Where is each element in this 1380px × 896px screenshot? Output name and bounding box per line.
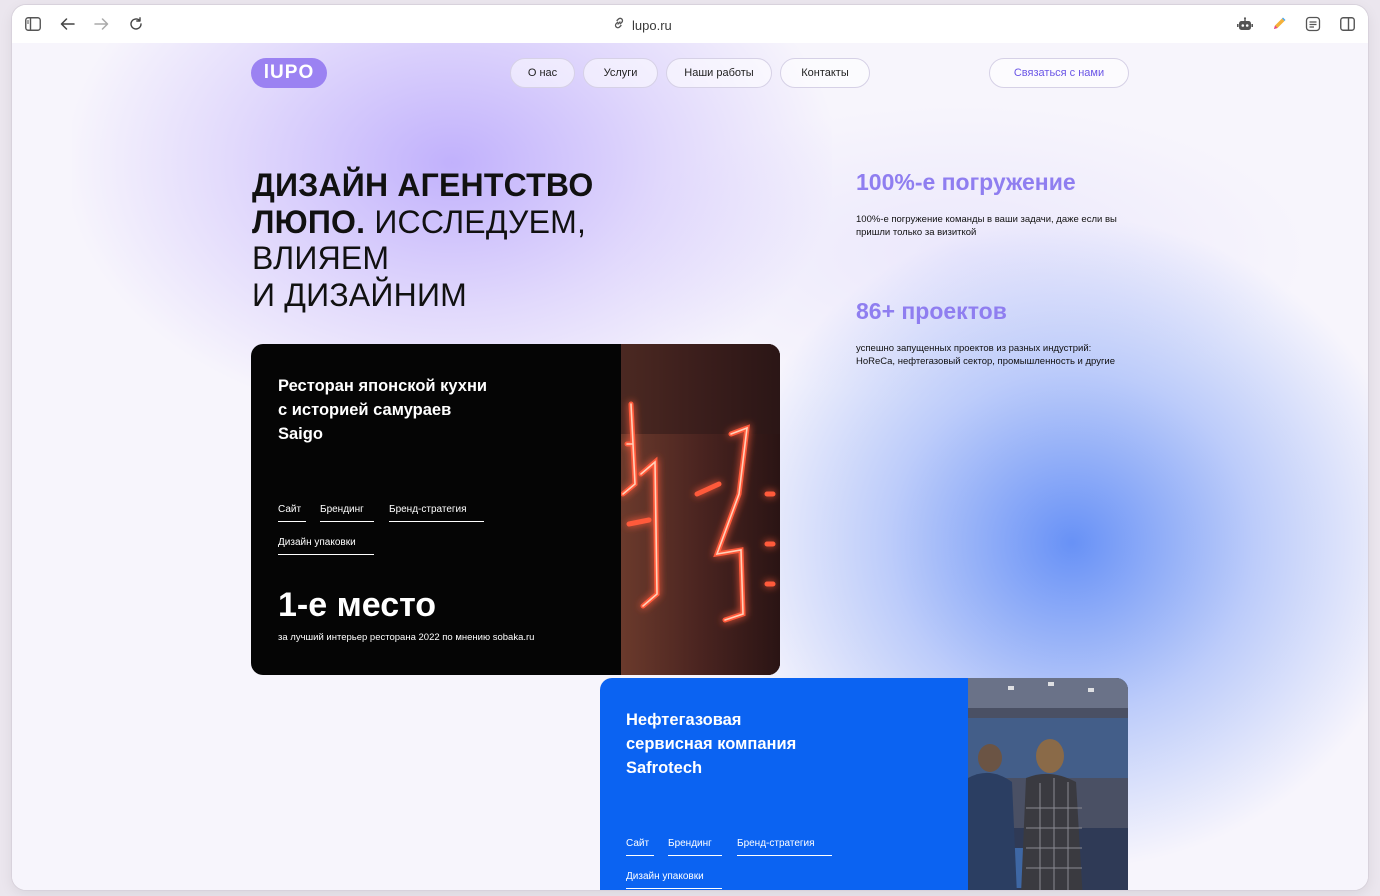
- tag-brand-strategy[interactable]: Бренд-стратегия: [737, 838, 832, 856]
- web-page: lUPO О нас Услуги Наши работы Контакты С…: [12, 43, 1368, 890]
- case-title-line: Ресторан японской кухни: [278, 377, 488, 395]
- hero-headline: ДИЗАЙН АГЕНТСТВО ЛЮПО. ИССЛЕДУЕМ, ВЛИЯЕМ…: [252, 167, 652, 313]
- case-title-line: Saigo: [278, 425, 323, 443]
- sidebar-toggle-icon[interactable]: [24, 15, 42, 33]
- contact-us-button[interactable]: Связаться с нами: [989, 58, 1129, 88]
- expo-booth-image: [968, 678, 1128, 890]
- hero-line-4: И ДИЗАЙНИМ: [252, 276, 467, 313]
- pencil-extension-icon[interactable]: [1270, 15, 1288, 33]
- browser-toolbar: lupo.ru: [12, 5, 1368, 43]
- hero-line-2: ИССЛЕДУЕМ,: [365, 203, 587, 240]
- nav-item-works[interactable]: Наши работы: [666, 58, 772, 88]
- nav-item-about[interactable]: О нас: [510, 58, 575, 88]
- tag-site[interactable]: Сайт: [626, 838, 654, 856]
- tag-brand-strategy[interactable]: Бренд-стратегия: [389, 504, 484, 522]
- stat-desc-projects: успешно запущенных проектов из разных ин…: [856, 343, 1116, 367]
- award-title: 1-е место: [278, 586, 437, 624]
- forward-arrow-icon[interactable]: [92, 15, 110, 33]
- reload-icon[interactable]: [127, 15, 145, 33]
- case-card-saigo[interactable]: Ресторан японской кухни с историей самур…: [251, 344, 780, 675]
- neon-sign-image: [620, 344, 780, 675]
- hero-brand: ЛЮПО.: [252, 203, 366, 240]
- nav-item-contacts[interactable]: Контакты: [780, 58, 870, 88]
- address-bar[interactable]: lupo.ru: [612, 15, 672, 35]
- tag-packaging[interactable]: Дизайн упаковки: [278, 537, 374, 555]
- back-arrow-icon[interactable]: [58, 15, 76, 33]
- stat-title-projects: 86+ проектов: [856, 298, 1007, 324]
- hero-line-1: ДИЗАЙН АГЕНТСТВО: [252, 167, 594, 203]
- split-view-icon[interactable]: [1338, 15, 1356, 33]
- logo[interactable]: lUPO: [251, 58, 327, 88]
- tag-branding[interactable]: Брендинг: [668, 838, 722, 856]
- case-title: Нефтегазовая сервисная компания Safrotec…: [626, 708, 796, 780]
- award-desc: за лучший интерьер ресторана 2022 по мне…: [278, 632, 535, 643]
- case-title-line: с историей самураев: [278, 401, 452, 419]
- case-title-line: Нефтегазовая: [626, 711, 742, 729]
- url-text: lupo.ru: [632, 17, 672, 33]
- case-title-line: Safrotech: [626, 759, 703, 777]
- case-card-safrotech[interactable]: Нефтегазовая сервисная компания Safrotec…: [600, 678, 1128, 890]
- robot-extension-icon[interactable]: [1236, 15, 1254, 33]
- reader-icon[interactable]: [1304, 15, 1322, 33]
- stat-title-immersion: 100%-е погружение: [856, 169, 1076, 195]
- link-icon: [612, 16, 626, 35]
- case-title: Ресторан японской кухни с историей самур…: [278, 374, 487, 446]
- hero-line-3: ВЛИЯЕМ: [252, 240, 390, 276]
- nav-item-services[interactable]: Услуги: [583, 58, 658, 88]
- stat-desc-immersion: 100%-е погружение команды в ваши задачи,…: [856, 214, 1117, 238]
- case-title-line: сервисная компания: [626, 735, 797, 753]
- tag-branding[interactable]: Брендинг: [320, 504, 374, 522]
- tag-site[interactable]: Сайт: [278, 504, 306, 522]
- tag-packaging[interactable]: Дизайн упаковки: [626, 871, 722, 889]
- browser-window: lupo.ru lUPO О нас Услуги Наши работы Ко…: [12, 5, 1368, 890]
